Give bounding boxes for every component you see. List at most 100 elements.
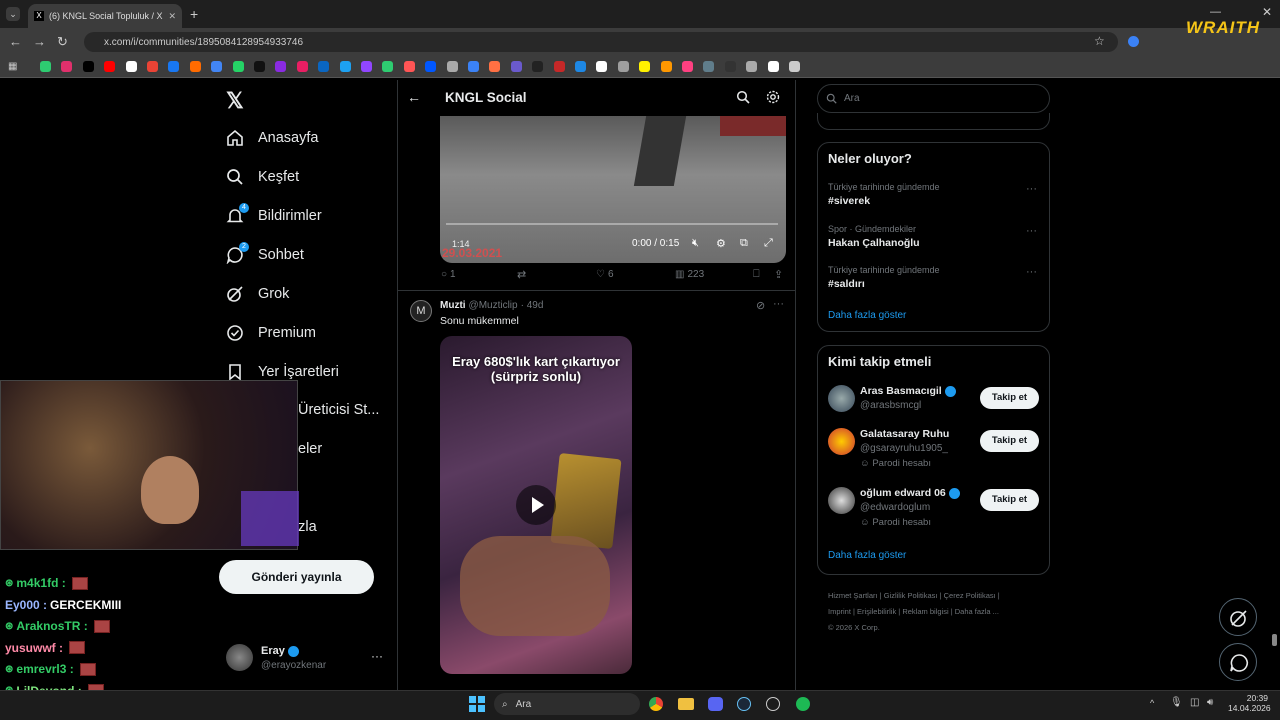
footer-link[interactable]: Erişilebilirlik bbox=[857, 607, 896, 616]
user-name[interactable]: Aras Basmacıgil bbox=[860, 385, 956, 397]
reload-icon[interactable]: ↻ bbox=[57, 34, 68, 50]
account-menu-icon[interactable]: ··· bbox=[371, 649, 383, 663]
video-progress-bar[interactable] bbox=[446, 223, 778, 225]
pip-icon[interactable]: ⧉ bbox=[740, 237, 748, 250]
bookmark-favicon-icon[interactable] bbox=[489, 61, 501, 72]
user-name[interactable]: Galatasaray Ruhu bbox=[860, 428, 949, 440]
bookmark-favicon-icon[interactable] bbox=[767, 61, 779, 72]
views-button[interactable]: ▥ 223 bbox=[675, 269, 704, 280]
bookmark-favicon-icon[interactable] bbox=[639, 61, 651, 72]
microphone-icon[interactable]: 🎙︎ bbox=[1170, 697, 1183, 708]
bookmark-star-icon[interactable]: ☆ bbox=[1094, 34, 1105, 48]
bookmark-favicon-icon[interactable] bbox=[789, 61, 800, 72]
bookmark-favicon-icon[interactable] bbox=[254, 61, 265, 72]
share-icon[interactable]: ⇪ bbox=[774, 268, 783, 281]
avatar[interactable]: M bbox=[410, 300, 432, 322]
avatar[interactable] bbox=[828, 385, 855, 412]
user-handle[interactable]: @edwardoglum bbox=[860, 502, 930, 513]
mute-icon[interactable]: 🔇︎ bbox=[692, 237, 699, 250]
post-time[interactable]: · 49d bbox=[521, 300, 544, 311]
bookmark-favicon-icon[interactable] bbox=[40, 61, 51, 72]
avatar[interactable] bbox=[828, 428, 855, 455]
nav-bookmarks[interactable]: Yer İşaretleri bbox=[226, 363, 339, 381]
repost-icon[interactable]: ⇄ bbox=[517, 268, 526, 281]
steam-icon[interactable] bbox=[737, 697, 751, 711]
x-logo-icon[interactable]: 𝕏 bbox=[226, 88, 244, 114]
bookmark-favicon-icon[interactable] bbox=[104, 61, 116, 72]
back-icon[interactable]: ← bbox=[9, 34, 22, 49]
extension-icon[interactable] bbox=[1128, 36, 1139, 47]
spotify-icon[interactable] bbox=[796, 697, 810, 711]
bookmark-favicon-icon[interactable] bbox=[189, 61, 201, 72]
nav-lists[interactable]: eler bbox=[298, 441, 322, 457]
bookmark-post-icon[interactable]: ⎕ bbox=[753, 268, 760, 281]
grok-explain-icon[interactable]: ⊘ bbox=[756, 299, 765, 312]
tray-chevron-icon[interactable]: ^ bbox=[1150, 698, 1154, 708]
bookmark-favicon-icon[interactable] bbox=[61, 61, 73, 72]
bookmark-favicon-icon[interactable] bbox=[596, 61, 608, 72]
close-icon[interactable]: ✕ bbox=[168, 11, 176, 22]
post-menu-icon[interactable]: ··· bbox=[773, 298, 784, 310]
user-name[interactable]: oğlum edward 06 bbox=[860, 487, 960, 499]
video-settings-icon[interactable]: ⚙ bbox=[716, 237, 726, 250]
follow-button[interactable]: Takip et bbox=[980, 387, 1039, 409]
fullscreen-icon[interactable]: ⤢ bbox=[764, 237, 773, 250]
avatar[interactable] bbox=[226, 644, 253, 671]
post-button[interactable]: Gönderi yayınla bbox=[219, 560, 374, 594]
trend-topic[interactable]: Hakan Çalhanoğlu bbox=[828, 237, 920, 249]
nav-premium[interactable]: Premium bbox=[226, 324, 316, 342]
url-input[interactable]: x.com/i/communities/1895084128954933746 bbox=[84, 32, 1118, 52]
bookmark-favicon-icon[interactable] bbox=[125, 61, 137, 72]
footer-link[interactable]: Daha fazla ... bbox=[955, 607, 999, 616]
nav-explore[interactable]: Keşfet bbox=[226, 168, 299, 186]
user-handle[interactable]: @gsarayruhu1905_ bbox=[860, 443, 948, 454]
discord-icon[interactable] bbox=[708, 697, 723, 711]
bookmark-favicon-icon[interactable] bbox=[232, 61, 244, 72]
trend-menu-icon[interactable]: ··· bbox=[1026, 266, 1037, 278]
search-input[interactable]: Ara bbox=[817, 84, 1050, 113]
bookmark-favicon-icon[interactable] bbox=[575, 61, 586, 72]
bookmark-favicon-icon[interactable] bbox=[617, 61, 629, 72]
author-name[interactable]: Muzti bbox=[440, 300, 466, 311]
network-icon[interactable]: ◫ bbox=[1190, 697, 1199, 708]
trend-topic[interactable]: #saldırı bbox=[828, 278, 865, 290]
bookmark-favicon-icon[interactable] bbox=[660, 61, 672, 72]
play-button[interactable] bbox=[516, 485, 556, 525]
nav-notifications[interactable]: 4 Bildirimler bbox=[226, 203, 322, 225]
author-handle[interactable]: @Muzticlip bbox=[469, 300, 518, 311]
nav-creator-studio[interactable]: Üreticisi St... bbox=[298, 402, 379, 418]
app-icon[interactable] bbox=[766, 697, 780, 711]
bookmark-favicon-icon[interactable] bbox=[682, 61, 693, 72]
windows-start-icon[interactable] bbox=[469, 696, 485, 712]
footer-link[interactable]: Gizlilik Politikası bbox=[884, 591, 938, 600]
footer-link[interactable]: Hizmet Şartları bbox=[828, 591, 878, 600]
bookmark-favicon-icon[interactable] bbox=[147, 61, 158, 72]
footer-link[interactable]: Imprint bbox=[828, 607, 851, 616]
trend-menu-icon[interactable]: ··· bbox=[1026, 183, 1037, 195]
trends-show-more-link[interactable]: Daha fazla göster bbox=[828, 310, 906, 321]
scrollbar-thumb[interactable] bbox=[1272, 634, 1277, 646]
bookmark-favicon-icon[interactable] bbox=[553, 61, 565, 72]
bookmark-favicon-icon[interactable] bbox=[339, 61, 351, 72]
chrome-icon[interactable] bbox=[649, 697, 663, 711]
taskbar-search[interactable]: ⌕ Ara bbox=[494, 693, 640, 715]
follow-button[interactable]: Takip et bbox=[980, 489, 1039, 511]
bookmark-favicon-icon[interactable] bbox=[82, 61, 94, 72]
bookmark-favicon-icon[interactable] bbox=[382, 61, 394, 72]
video-player[interactable]: 29.03.2021 1:14 0:00 / 0:15 🔇︎ ⚙ ⧉ ⤢ bbox=[440, 116, 786, 263]
bookmark-favicon-icon[interactable] bbox=[425, 61, 437, 72]
bookmark-favicon-icon[interactable] bbox=[168, 61, 180, 72]
bookmark-favicon-icon[interactable] bbox=[446, 61, 458, 72]
bookmark-favicon-icon[interactable] bbox=[510, 61, 522, 72]
clock[interactable]: 20:39 14.04.2026 bbox=[1228, 693, 1271, 713]
grok-fab[interactable] bbox=[1219, 598, 1257, 636]
apps-icon[interactable]: ▦ bbox=[8, 61, 17, 72]
trend-topic[interactable]: #siverek bbox=[828, 195, 870, 207]
footer-link[interactable]: Reklam bilgisi bbox=[902, 607, 948, 616]
tab-list-button[interactable]: ⌄ bbox=[6, 7, 20, 21]
video-player[interactable]: Eray 680$'lık kart çıkartıyor (sürpriz s… bbox=[440, 336, 632, 674]
follow-show-more-link[interactable]: Daha fazla göster bbox=[828, 550, 906, 561]
minimize-button[interactable]: — bbox=[1210, 6, 1221, 18]
volume-icon[interactable]: 🔊︎ bbox=[1207, 697, 1213, 708]
avatar[interactable] bbox=[828, 487, 855, 514]
